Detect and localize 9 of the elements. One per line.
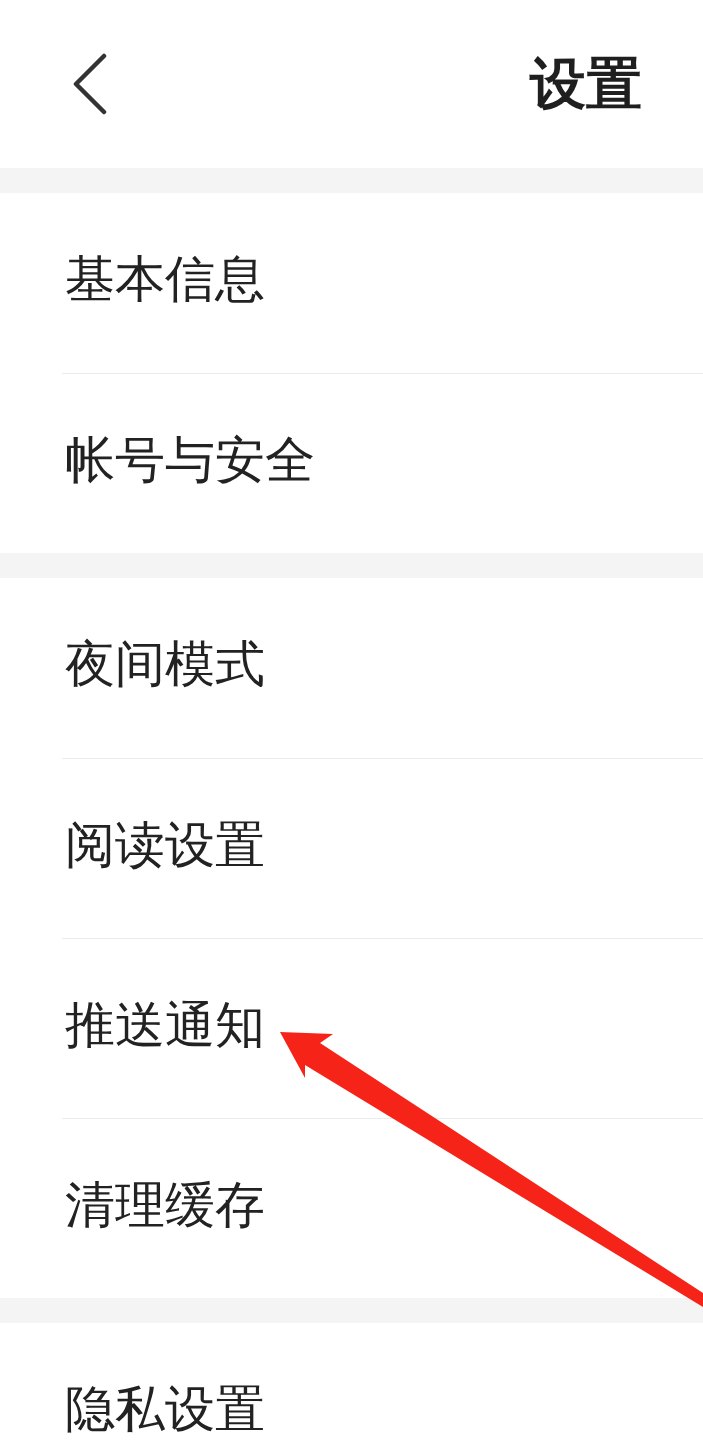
settings-item[interactable]: 清理缓存	[65, 1177, 265, 1233]
settings-item[interactable]: 推送通知	[65, 997, 265, 1053]
settings-item[interactable]: 隐私设置	[65, 1381, 265, 1437]
page-title: 设置	[530, 53, 642, 115]
back-icon[interactable]	[72, 53, 108, 115]
settings-item[interactable]: 阅读设置	[65, 817, 265, 873]
settings-item[interactable]: 夜间模式	[65, 636, 265, 692]
settings-item[interactable]: 基本信息	[65, 251, 265, 307]
settings-item[interactable]: 帐号与安全	[65, 432, 315, 488]
